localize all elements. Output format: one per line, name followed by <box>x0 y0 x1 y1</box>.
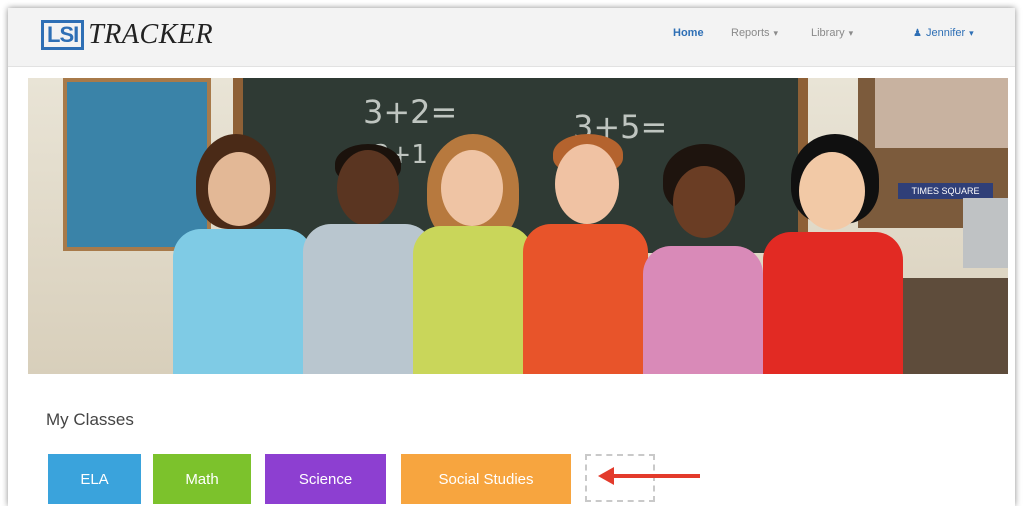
hero-banner-image: 3+2= 3+5= 3+1 TIMES SQUARE <box>28 78 1008 374</box>
add-class-slot[interactable] <box>585 454 655 502</box>
nav-home-label: Home <box>673 27 704 39</box>
my-classes-heading: My Classes <box>46 410 134 429</box>
class-button-social-studies[interactable]: Social Studies <box>401 454 571 504</box>
computer-monitor <box>963 198 1008 268</box>
user-icon: ♟ <box>913 27 922 39</box>
nav-home[interactable]: Home <box>673 27 704 39</box>
class-button-label: Social Studies <box>438 470 534 488</box>
arrow-shaft <box>612 474 700 478</box>
class-button-label: Math <box>185 470 219 488</box>
nav-reports-dropdown[interactable]: Reports ▾ <box>731 27 778 39</box>
class-button-ela[interactable]: ELA <box>48 454 141 504</box>
class-button-science[interactable]: Science <box>265 454 386 504</box>
child-figure <box>413 134 533 374</box>
child-figure <box>523 134 648 374</box>
wall-sign: TIMES SQUARE <box>898 183 993 199</box>
class-button-label: Science <box>298 470 353 488</box>
chevron-down-icon: ▾ <box>773 27 779 38</box>
child-figure <box>753 134 903 374</box>
logo[interactable]: LSI TRACKER <box>41 17 213 53</box>
logo-mark: LSI <box>41 20 85 50</box>
child-figure <box>168 134 318 374</box>
nav-reports-label: Reports <box>731 27 770 39</box>
chalk-text: 3+2= <box>363 93 458 131</box>
desk <box>898 278 1008 374</box>
chevron-down-icon: ▾ <box>848 27 854 38</box>
class-button-math[interactable]: Math <box>153 454 251 504</box>
class-button-label: ELA <box>80 470 109 488</box>
child-figure <box>643 144 763 374</box>
top-navbar: LSI TRACKER Home Reports ▾ Library ▾ ♟ J… <box>8 8 1015 67</box>
nav-library-label: Library <box>811 27 845 39</box>
app-window: LSI TRACKER Home Reports ▾ Library ▾ ♟ J… <box>8 8 1015 506</box>
user-menu-label: Jennifer <box>925 27 966 39</box>
nav-library-dropdown[interactable]: Library ▾ <box>811 27 853 39</box>
chevron-down-icon: ▾ <box>969 27 974 38</box>
logo-text: TRACKER <box>88 19 214 50</box>
user-menu-dropdown[interactable]: ♟ Jennifer ▾ <box>913 27 974 39</box>
